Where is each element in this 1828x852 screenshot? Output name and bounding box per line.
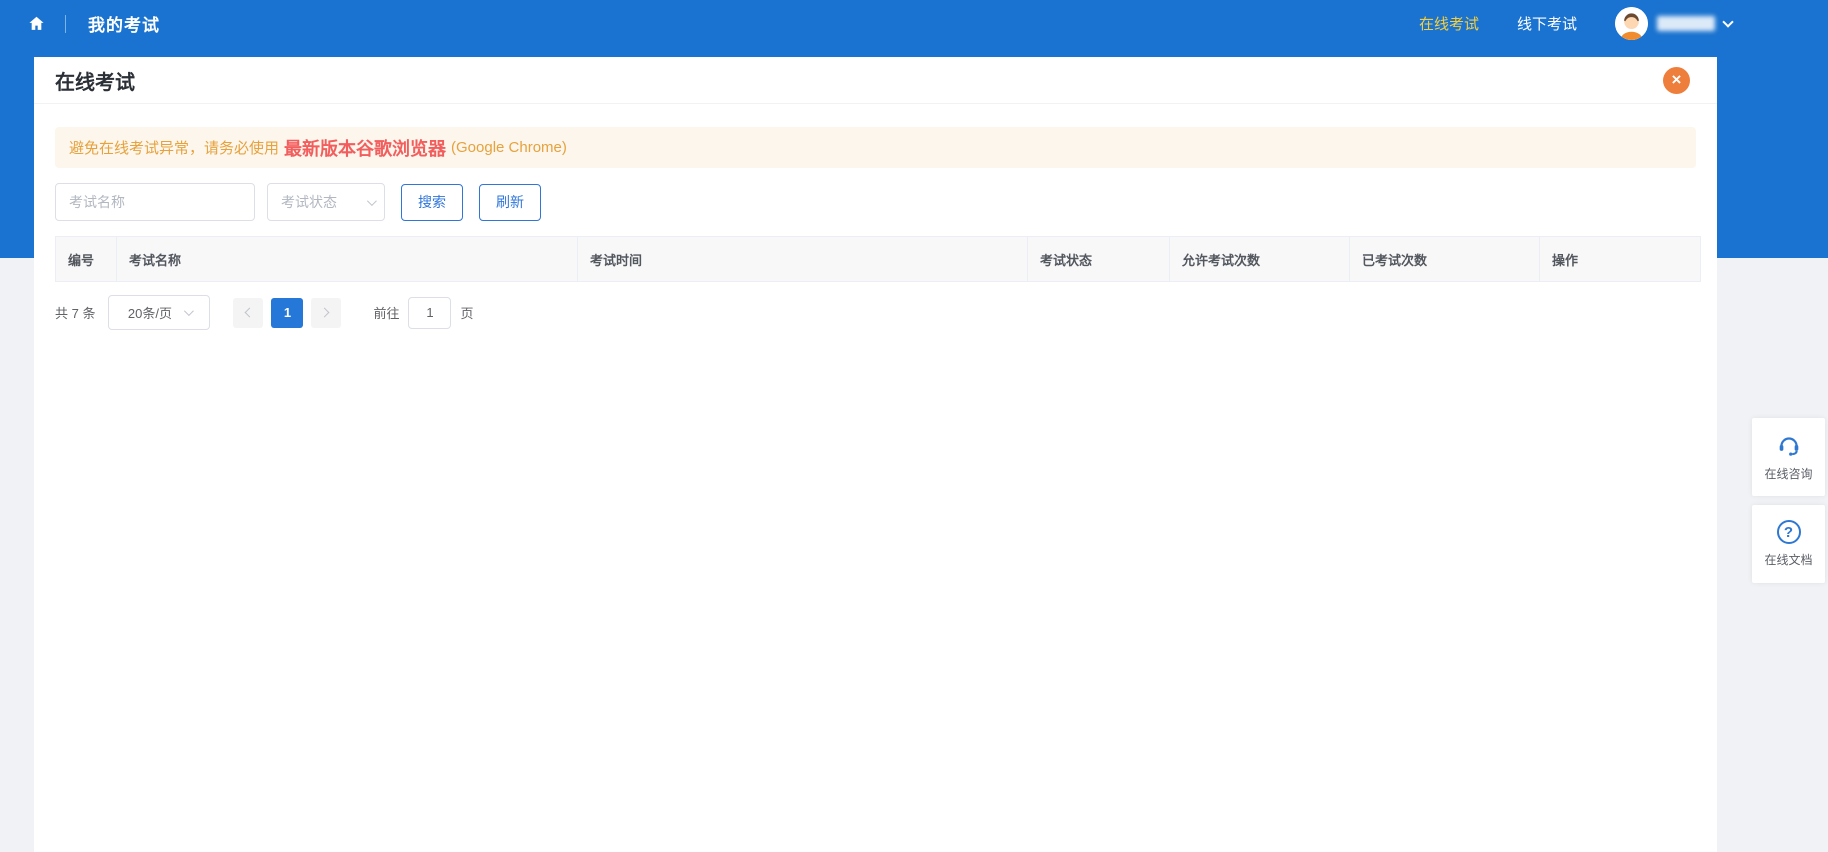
topbar-divider xyxy=(65,14,66,33)
browser-warning-banner: 避免在线考试异常，请务必使用 最新版本谷歌浏览器 (Google Chrome) xyxy=(55,127,1696,168)
chevron-down-icon xyxy=(183,306,194,317)
user-menu[interactable] xyxy=(1615,7,1734,40)
filter-bar: 考试状态 搜索 刷新 xyxy=(55,183,1696,221)
online-consult-button[interactable]: 在线咨询 xyxy=(1752,418,1825,496)
exam-table: 编号 考试名称 考试时间 考试状态 允许考试次数 已考试次数 操作 xyxy=(55,236,1701,282)
goto-label: 前往 xyxy=(373,306,400,321)
next-page-button[interactable] xyxy=(311,297,342,328)
table-header-row: 编号 考试名称 考试时间 考试状态 允许考试次数 已考试次数 操作 xyxy=(56,237,1700,282)
pagination: 共 7 条 20条/页 1 前往 页 xyxy=(55,295,1696,330)
nav-online-exam[interactable]: 在线考试 xyxy=(1419,13,1479,34)
column-header-exam-time: 考试时间 xyxy=(578,237,1028,282)
question-icon: ? xyxy=(1776,520,1801,544)
app-title: 我的考试 xyxy=(88,16,160,35)
page-size-value: 20条/页 xyxy=(127,306,172,321)
warning-text: 避免在线考试异常，请务必使用 xyxy=(69,140,280,157)
page-unit-label: 页 xyxy=(460,306,474,321)
search-button[interactable]: 搜索 xyxy=(401,183,463,221)
home-button[interactable] xyxy=(28,15,45,32)
column-header-actions: 操作 xyxy=(1540,237,1700,282)
nav-offline-exam[interactable]: 线下考试 xyxy=(1517,13,1577,34)
chevron-down-icon xyxy=(1722,15,1734,28)
column-header-exam-name: 考试名称 xyxy=(117,237,578,282)
online-docs-button[interactable]: ? 在线文档 xyxy=(1752,505,1825,583)
page-size-select[interactable]: 20条/页 xyxy=(108,295,211,330)
exam-status-select[interactable]: 考试状态 xyxy=(267,183,385,221)
total-count-label: 共 7 条 xyxy=(55,306,96,321)
headset-icon xyxy=(1779,437,1798,456)
column-header-taken-attempts: 已考试次数 xyxy=(1350,237,1540,282)
goto-page-input[interactable] xyxy=(408,296,452,329)
goto-page-group: 前往 页 xyxy=(373,296,474,329)
column-header-no: 编号 xyxy=(56,237,117,282)
online-exam-panel: 在线考试 × 避免在线考试异常，请务必使用 最新版本谷歌浏览器 (Google … xyxy=(34,57,1717,852)
prev-page-button[interactable] xyxy=(233,297,264,328)
topbar: 我的考试 在线考试 线下考试 xyxy=(0,0,1828,47)
topbar-right: 在线考试 线下考试 xyxy=(1419,7,1734,40)
close-button[interactable]: × xyxy=(1663,66,1690,94)
username-blurred xyxy=(1657,16,1715,31)
floating-help-stack: 在线咨询 ? 在线文档 xyxy=(1752,418,1825,583)
panel-header: 在线考试 × xyxy=(34,57,1717,104)
home-icon xyxy=(29,16,44,30)
chevron-down-icon xyxy=(366,195,377,206)
warning-suffix-text: (Google Chrome) xyxy=(451,139,567,156)
refresh-button[interactable]: 刷新 xyxy=(479,183,541,221)
online-consult-label: 在线咨询 xyxy=(1764,467,1813,481)
column-header-exam-status: 考试状态 xyxy=(1028,237,1170,282)
column-header-allowed-attempts: 允许考试次数 xyxy=(1170,237,1350,282)
warning-bold-text: 最新版本谷歌浏览器 xyxy=(284,138,447,159)
current-page-button[interactable]: 1 xyxy=(271,297,304,328)
avatar xyxy=(1615,7,1648,40)
exam-name-input[interactable] xyxy=(55,183,255,221)
online-docs-label: 在线文档 xyxy=(1764,553,1813,567)
exam-status-placeholder: 考试状态 xyxy=(281,194,337,210)
page-title: 在线考试 xyxy=(55,71,135,94)
